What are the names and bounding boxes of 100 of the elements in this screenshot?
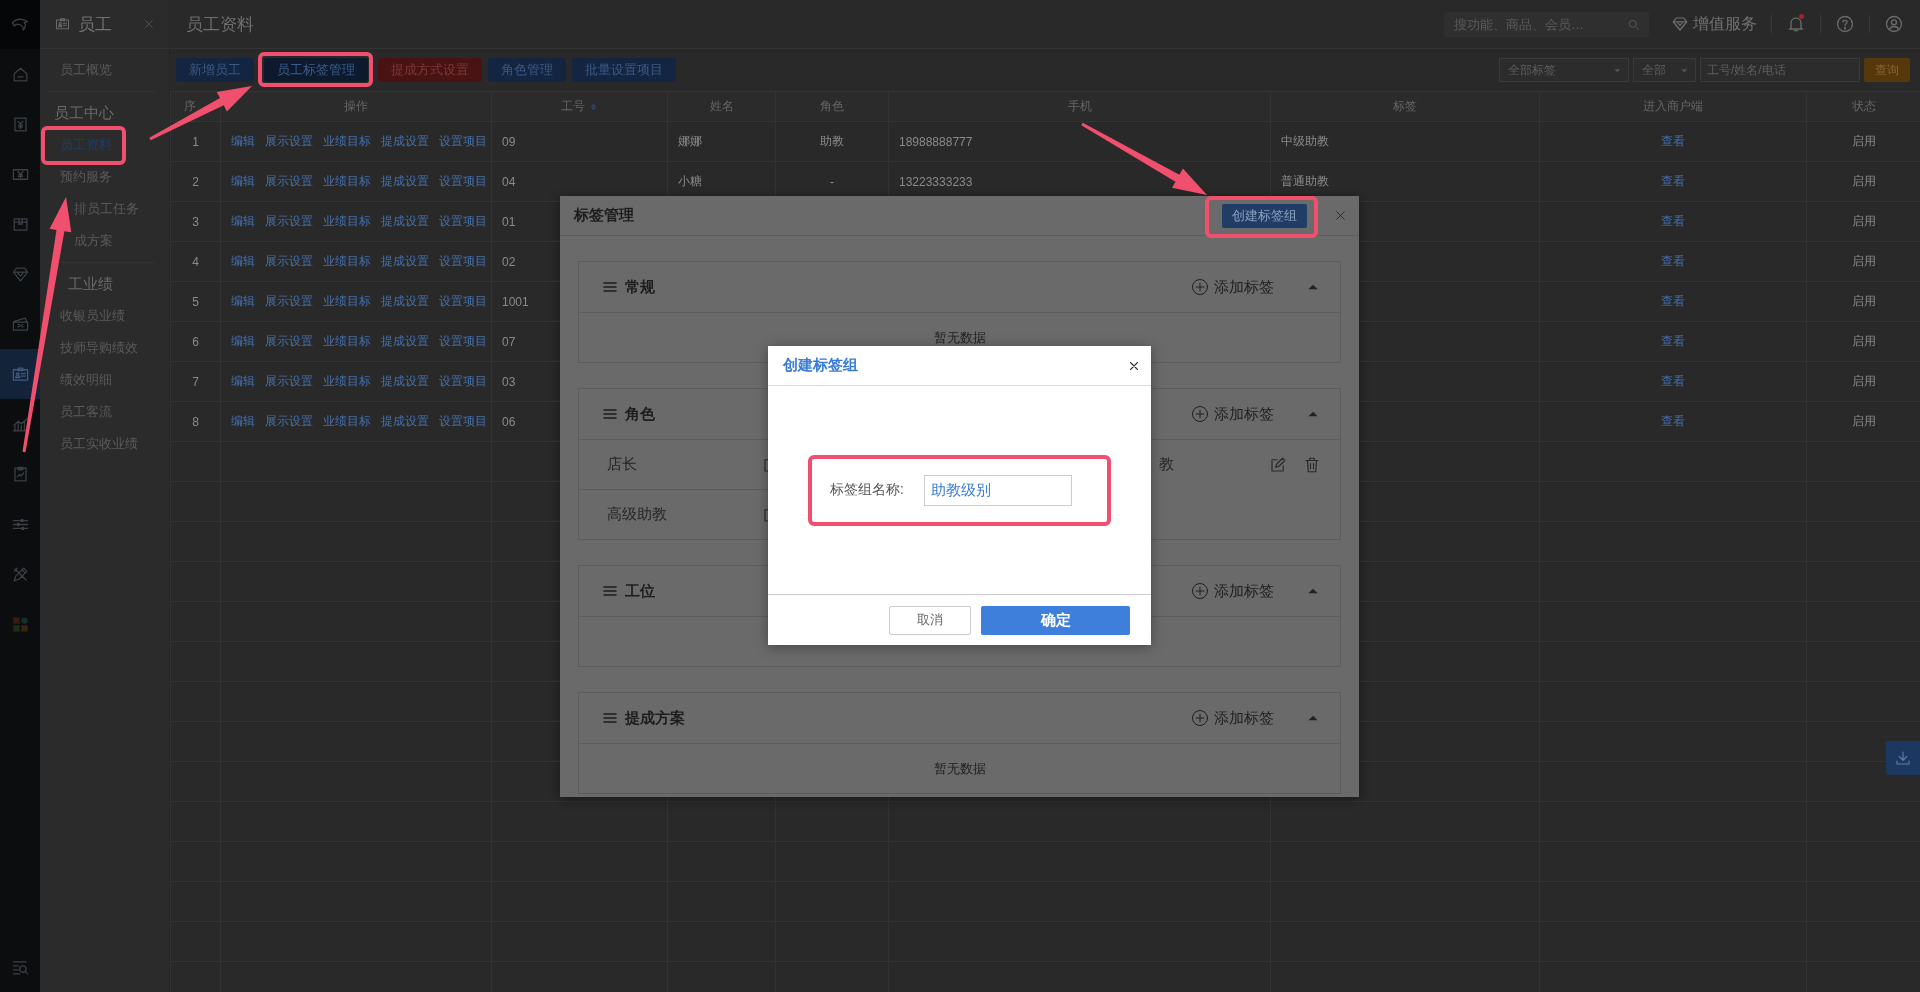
user-icon[interactable] xyxy=(1884,14,1904,34)
add-tag-button[interactable]: 添加标签 xyxy=(1191,277,1274,297)
action-link[interactable]: 提成设置 xyxy=(381,133,429,150)
action-link[interactable]: 业绩目标 xyxy=(323,173,371,190)
action-link[interactable]: 编辑 xyxy=(231,413,255,430)
action-link[interactable]: 设置项目 xyxy=(439,333,487,350)
action-link[interactable]: 设置项目 xyxy=(439,413,487,430)
action-link[interactable]: 展示设置 xyxy=(265,293,313,310)
toolbar-button[interactable]: 批量设置项目 xyxy=(572,58,676,82)
table-cell: 1 xyxy=(192,134,199,149)
group-title: 工位 xyxy=(625,581,656,601)
action-link[interactable]: 展示设置 xyxy=(265,253,313,270)
dialog-title: 创建标签组 xyxy=(783,356,858,375)
action-link[interactable]: 展示设置 xyxy=(265,413,313,430)
value-added-button[interactable]: 增值服务 xyxy=(1671,13,1757,35)
table-cell: 06 xyxy=(502,414,516,429)
table-cell: 启用 xyxy=(1851,374,1876,388)
action-link[interactable]: 业绩目标 xyxy=(323,213,371,230)
table-cell: 启用 xyxy=(1851,334,1876,348)
action-link[interactable]: 提成设置 xyxy=(381,213,429,230)
menu-icon xyxy=(601,710,619,726)
view-link[interactable]: 查看 xyxy=(1661,214,1685,228)
column-header: 序 xyxy=(184,98,196,115)
table-cell: 启用 xyxy=(1851,174,1876,188)
column-header: 角色 xyxy=(820,98,844,115)
action-link[interactable]: 提成设置 xyxy=(381,373,429,390)
help-icon[interactable] xyxy=(1835,14,1855,34)
view-link[interactable]: 查看 xyxy=(1661,134,1685,148)
cancel-button[interactable]: 取消 xyxy=(889,605,971,635)
action-link[interactable]: 业绩目标 xyxy=(323,133,371,150)
action-link[interactable]: 展示设置 xyxy=(265,173,313,190)
diamond-icon xyxy=(1671,15,1689,33)
view-link[interactable]: 查看 xyxy=(1661,334,1685,348)
table-cell: 启用 xyxy=(1851,254,1876,268)
tag-label: 教 xyxy=(1158,455,1175,474)
action-link[interactable]: 展示设置 xyxy=(265,133,313,150)
add-tag-button[interactable]: 添加标签 xyxy=(1191,581,1274,601)
menu-icon xyxy=(601,583,619,599)
action-link[interactable]: 提成设置 xyxy=(381,253,429,270)
action-link[interactable]: 设置项目 xyxy=(439,293,487,310)
toolbar-button[interactable]: 新增员工 xyxy=(176,58,254,82)
action-link[interactable]: 设置项目 xyxy=(439,373,487,390)
action-link[interactable]: 业绩目标 xyxy=(323,413,371,430)
action-link[interactable]: 业绩目标 xyxy=(323,253,371,270)
table-cell: 中级助教 xyxy=(1281,134,1329,148)
view-link[interactable]: 查看 xyxy=(1661,414,1685,428)
view-link[interactable]: 查看 xyxy=(1661,254,1685,268)
action-link[interactable]: 展示设置 xyxy=(265,373,313,390)
action-link[interactable]: 提成设置 xyxy=(381,413,429,430)
confirm-button[interactable]: 确定 xyxy=(981,605,1130,635)
table-cell: 助教 xyxy=(820,134,844,148)
edit-icon[interactable] xyxy=(1269,455,1287,474)
plus-circle-icon xyxy=(1191,278,1209,296)
nav-item[interactable] xyxy=(0,349,40,399)
table-cell: 8 xyxy=(192,414,199,429)
table-cell: 13223333233 xyxy=(899,174,973,189)
group-title: 常规 xyxy=(625,277,656,297)
action-link[interactable]: 提成设置 xyxy=(381,293,429,310)
action-link[interactable]: 编辑 xyxy=(231,373,255,390)
action-link[interactable]: 设置项目 xyxy=(439,173,487,190)
add-tag-button[interactable]: 添加标签 xyxy=(1191,404,1274,424)
table-cell: 3 xyxy=(192,214,199,229)
table-cell: 启用 xyxy=(1851,414,1876,428)
table-cell: 普通助教 xyxy=(1281,174,1329,188)
view-link[interactable]: 查看 xyxy=(1661,374,1685,388)
group-title: 提成方案 xyxy=(625,708,686,728)
action-link[interactable]: 展示设置 xyxy=(265,333,313,350)
action-link[interactable]: 编辑 xyxy=(231,213,255,230)
action-link[interactable]: 展示设置 xyxy=(265,213,313,230)
download-button[interactable] xyxy=(1886,741,1920,775)
action-link[interactable]: 业绩目标 xyxy=(323,333,371,350)
add-tag-button[interactable]: 添加标签 xyxy=(1191,708,1274,728)
id-card-icon xyxy=(54,16,71,32)
close-icon[interactable] xyxy=(1128,359,1140,372)
create-group-button[interactable]: 创建标签组 xyxy=(1222,203,1307,228)
action-link[interactable]: 设置项目 xyxy=(439,253,487,270)
action-link[interactable]: 编辑 xyxy=(231,253,255,270)
toolbar-button[interactable]: 角色管理 xyxy=(488,58,566,82)
toolbar-button[interactable]: 员工标签管理 xyxy=(264,58,368,82)
table-cell: 小糖 xyxy=(678,174,702,188)
action-link[interactable]: 设置项目 xyxy=(439,133,487,150)
action-link[interactable]: 设置项目 xyxy=(439,213,487,230)
action-link[interactable]: 编辑 xyxy=(231,293,255,310)
action-link[interactable]: 提成设置 xyxy=(381,173,429,190)
action-link[interactable]: 编辑 xyxy=(231,173,255,190)
view-link[interactable]: 查看 xyxy=(1661,174,1685,188)
group-title: 角色 xyxy=(625,404,656,424)
table-cell: 7 xyxy=(192,374,199,389)
action-link[interactable]: 编辑 xyxy=(231,333,255,350)
action-link[interactable]: 提成设置 xyxy=(381,333,429,350)
action-link[interactable]: 编辑 xyxy=(231,133,255,150)
action-link[interactable]: 业绩目标 xyxy=(323,293,371,310)
view-link[interactable]: 查看 xyxy=(1661,294,1685,308)
empty-message: 暂无数据 xyxy=(933,759,986,778)
table-cell: 07 xyxy=(502,334,516,349)
action-link[interactable]: 业绩目标 xyxy=(323,373,371,390)
trash-icon[interactable] xyxy=(1303,455,1321,474)
table-cell: 03 xyxy=(502,374,516,389)
name-field[interactable]: 助教级别 xyxy=(923,474,1072,506)
table-cell: - xyxy=(830,174,834,189)
